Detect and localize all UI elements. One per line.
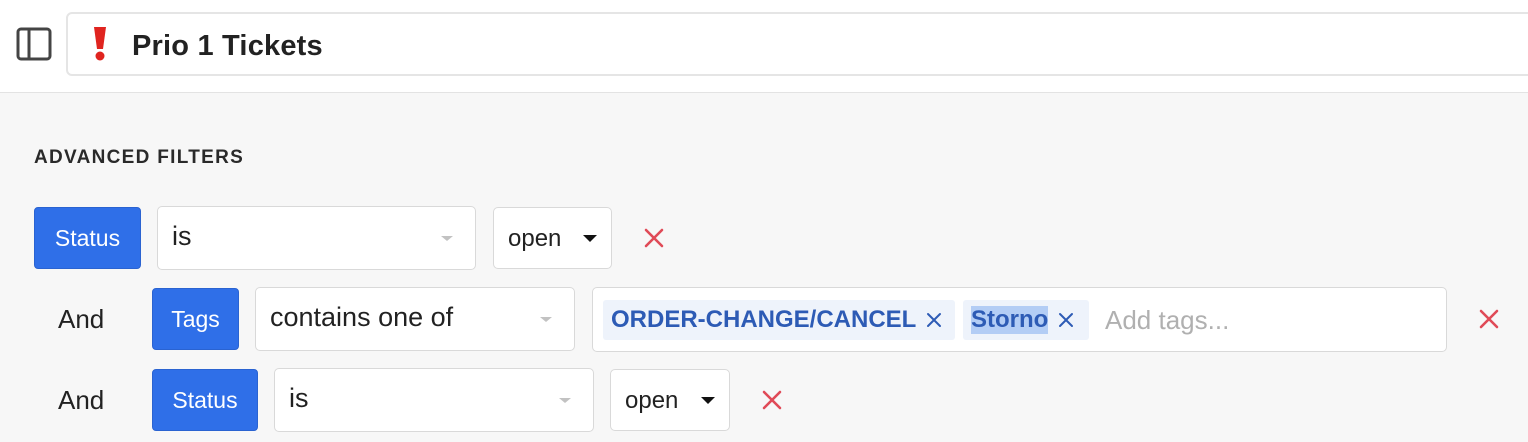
page-title: Prio 1 Tickets [132, 30, 323, 62]
filter-field-button-tags[interactable]: Tags [152, 288, 239, 350]
tags-input-box[interactable]: ORDER-CHANGE/CANCEL Storno [592, 287, 1447, 352]
close-icon[interactable] [926, 312, 942, 328]
remove-filter-icon[interactable] [642, 226, 666, 250]
filter-field-button-status[interactable]: Status [34, 207, 141, 269]
tag-chip: Storno [963, 300, 1089, 340]
filter-value: open [508, 225, 562, 252]
add-tags-input[interactable] [1105, 298, 1425, 342]
remove-filter-icon[interactable] [1477, 307, 1501, 331]
caret-down-icon [701, 397, 715, 404]
filter-value: open [625, 387, 679, 414]
tag-label: Storno [971, 306, 1049, 334]
sidebar-panel-icon[interactable] [16, 27, 52, 61]
tag-label: ORDER-CHANGE/CANCEL [611, 306, 917, 333]
close-icon[interactable] [1058, 312, 1074, 328]
advanced-filters-heading: ADVANCED FILTERS [34, 147, 245, 168]
filter-operator-value: is [172, 221, 192, 251]
filter-value-select[interactable]: open [493, 207, 612, 269]
filter-operator-select[interactable]: contains one of [255, 287, 575, 351]
remove-filter-icon[interactable] [760, 388, 784, 412]
filter-connector-and: And [58, 304, 105, 334]
view-title-field[interactable]: Prio 1 Tickets [66, 12, 1528, 76]
filter-operator-value: is [289, 383, 309, 413]
filter-operator-value: contains one of [270, 302, 454, 332]
chevron-down-icon [540, 317, 552, 322]
filter-operator-select[interactable]: is [157, 206, 476, 270]
chevron-down-icon [441, 236, 453, 241]
tag-chip: ORDER-CHANGE/CANCEL [603, 300, 955, 340]
filter-connector-and: And [58, 385, 105, 415]
filter-field-button-status[interactable]: Status [152, 369, 258, 431]
caret-down-icon [583, 235, 597, 242]
filter-operator-select[interactable]: is [274, 368, 594, 432]
filter-value-select[interactable]: open [610, 369, 730, 431]
top-bar: Prio 1 Tickets [0, 0, 1528, 93]
exclamation-mark-icon [88, 26, 112, 62]
chevron-down-icon [559, 398, 571, 403]
